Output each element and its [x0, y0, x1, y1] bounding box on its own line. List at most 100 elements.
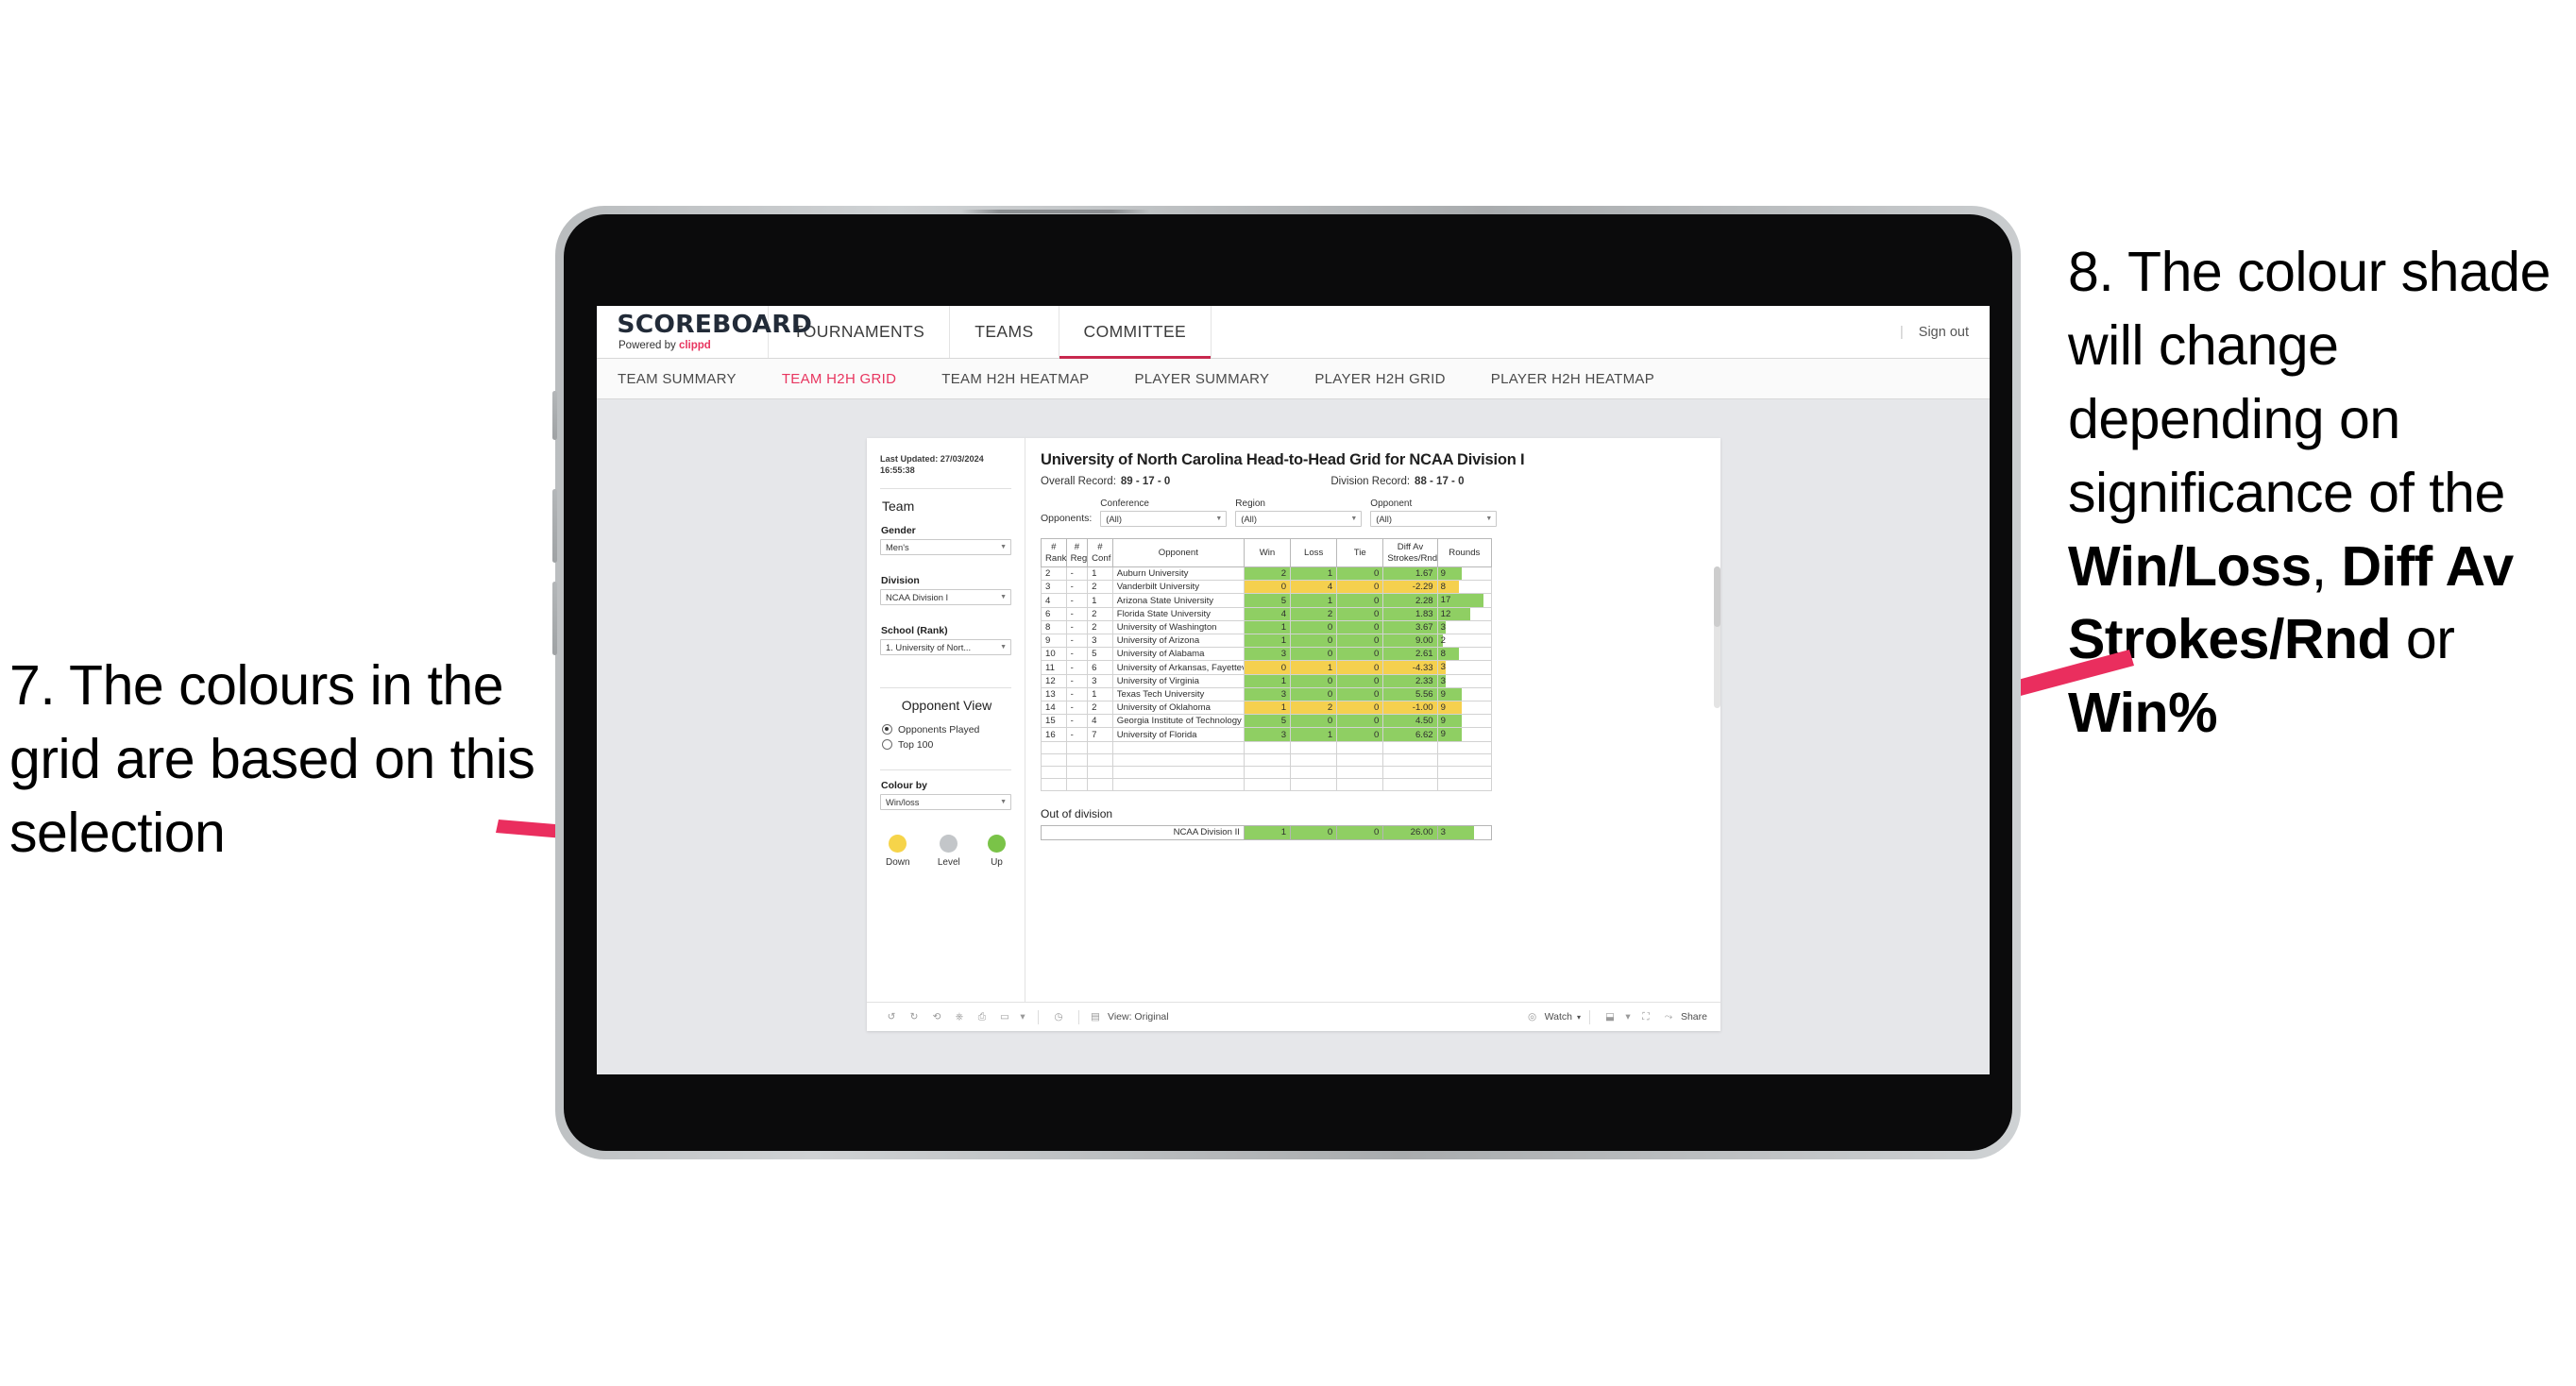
top-nav-teams[interactable]: TEAMS [950, 306, 1059, 358]
table-row-blank [1041, 778, 1493, 792]
cell-reg: - [1065, 701, 1089, 716]
download-icon[interactable]: ⬓ [1599, 1006, 1621, 1028]
table-row[interactable]: 13-1 Texas Tech University 3 0 0 5.56 9 [1041, 686, 1493, 702]
cell-win: 4 [1243, 606, 1292, 621]
sub-nav-player-h2h-heatmap[interactable]: PLAYER H2H HEATMAP [1468, 371, 1677, 387]
pause-auto-updates-icon[interactable]: ⎙ [971, 1006, 993, 1028]
region-dropdown[interactable]: (All) ▼ [1235, 511, 1363, 527]
chevron-down-icon[interactable]: ▾ [1621, 1006, 1635, 1028]
chevron-down-icon[interactable]: ▾ [1016, 1006, 1029, 1028]
table-header-row: # Rank # Reg # Conf Opponent Win Loss Tie D… [1041, 538, 1493, 567]
cell-reg: - [1065, 673, 1089, 688]
toolbar-divider-1 [1038, 1009, 1039, 1024]
cell-blank [1111, 752, 1245, 768]
table-row[interactable]: 6-2 Florida State University 4 2 0 1.83 12 [1041, 606, 1493, 621]
cell-rank: 16 [1041, 727, 1067, 742]
cell-rounds: 9 [1436, 686, 1493, 702]
cell-blank [1065, 778, 1089, 792]
sub-nav-team-h2h-heatmap[interactable]: TEAM H2H HEATMAP [919, 371, 1111, 387]
tablet-screen: SCOREBOARD Powered by clippd TOURNAMENTS… [597, 306, 1990, 1074]
cell-conf: 2 [1087, 619, 1113, 635]
chevron-down-icon: ▼ [1000, 798, 1007, 805]
cell-diff: 5.56 [1382, 686, 1438, 702]
cell-reg: - [1065, 660, 1089, 675]
clock-icon[interactable]: ◷ [1047, 1006, 1070, 1028]
cell-rank: 2 [1041, 566, 1067, 582]
cell-blank [1087, 778, 1113, 792]
table-row[interactable]: 9-3 University of Arizona 1 0 0 9.00 2 [1041, 634, 1493, 649]
legend-item-down: Down [886, 834, 910, 868]
table-row[interactable]: 3-2 Vanderbilt University 0 4 0 -2.29 8 [1041, 580, 1493, 595]
cell-blank [1087, 752, 1113, 768]
radio-opponents-played[interactable]: Opponents Played [882, 724, 1011, 735]
table-row[interactable]: 8-2 University of Washington 1 0 0 3.67 3 [1041, 619, 1493, 635]
brand-logo[interactable]: SCOREBOARD Powered by clippd [597, 306, 813, 358]
sub-nav-player-summary[interactable]: PLAYER SUMMARY [1111, 371, 1292, 387]
cell-rounds: 9 [1436, 566, 1493, 582]
redo-icon[interactable]: ↻ [903, 1006, 925, 1028]
cell-conf: 7 [1087, 727, 1113, 742]
table-row[interactable]: 12-3 University of Virginia 1 0 0 2.33 3 [1041, 673, 1493, 688]
cell-tie: 0 [1336, 714, 1384, 729]
table-row[interactable]: 14-2 University of Oklahoma 1 2 0 -1.00 9 [1041, 701, 1493, 716]
h2h-grid-table: # Rank # Reg # Conf Opponent Win Loss Tie D… [1041, 538, 1493, 792]
cell-win: 1 [1243, 701, 1292, 716]
cell-win: 5 [1243, 593, 1292, 608]
cell-reg: - [1065, 593, 1089, 608]
sign-out-link[interactable]: Sign out [1919, 325, 1969, 340]
school-dropdown[interactable]: 1. University of Nort... ▼ [880, 638, 1011, 655]
table-row[interactable]: 16-7 University of Florida 3 1 0 6.62 9 [1041, 727, 1493, 742]
alerts-icon[interactable]: ▭ [993, 1006, 1016, 1028]
brand-title: SCOREBOARD [617, 311, 813, 339]
refresh-data-icon[interactable]: ⎈ [948, 1006, 971, 1028]
division-dropdown[interactable]: NCAA Division I ▼ [880, 588, 1011, 605]
cell-loss: 0 [1290, 714, 1338, 729]
cell-blank [1243, 766, 1292, 780]
cell-rank: 4 [1041, 593, 1067, 608]
table-scrollbar[interactable] [1714, 566, 1720, 708]
cell-tie: 0 [1336, 686, 1384, 702]
table-scrollbar-thumb[interactable] [1714, 566, 1720, 627]
cell-reg: - [1065, 686, 1089, 702]
volume-down-button[interactable] [552, 582, 557, 655]
sub-navigation-bar: TEAM SUMMARY TEAM H2H GRID TEAM H2H HEAT… [597, 359, 1990, 399]
table-row[interactable]: 4-1 Arizona State University 5 1 0 2.28 17 [1041, 593, 1493, 608]
cell-blank [1382, 778, 1438, 792]
sub-nav-team-h2h-grid[interactable]: TEAM H2H GRID [759, 371, 919, 387]
gender-dropdown[interactable]: Men's ▼ [880, 538, 1011, 555]
watch-button[interactable]: ◎ Watch ▾ [1525, 1006, 1581, 1028]
col-conf-l2: Conf [1092, 552, 1111, 564]
table-row[interactable]: 11-6 University of Arkansas, Fayetteville… [1041, 660, 1493, 675]
table-row[interactable]: 2-1 Auburn University 2 1 0 1.67 9 [1041, 566, 1493, 582]
custom-views-button[interactable]: ▤ View: Original [1088, 1006, 1169, 1028]
opponent-dropdown[interactable]: (All) ▼ [1370, 511, 1498, 527]
radio-top-100[interactable]: Top 100 [882, 739, 1011, 751]
colour-by-value: Win/loss [886, 796, 920, 807]
volume-up-button[interactable] [552, 489, 557, 563]
cell-opponent: University of Oklahoma [1111, 701, 1245, 716]
conference-label: Conference [1100, 499, 1149, 509]
colour-by-dropdown[interactable]: Win/loss ▼ [880, 793, 1011, 810]
share-label: Share [1680, 1011, 1707, 1023]
table-head: # Rank # Reg # Conf Opponent Win Loss Tie D… [1041, 538, 1493, 567]
sub-nav-player-h2h-grid[interactable]: PLAYER H2H GRID [1292, 371, 1467, 387]
cell-win: 1 [1243, 619, 1292, 635]
rounds-value: 2 [1440, 635, 1446, 647]
cell-win: 1 [1243, 634, 1292, 649]
cell-opponent: University of Florida [1111, 727, 1245, 742]
conference-dropdown[interactable]: (All) ▼ [1100, 511, 1228, 527]
sub-nav-team-summary[interactable]: TEAM SUMMARY [618, 371, 759, 387]
cell-opponent: University of Arkansas, Fayetteville [1111, 660, 1245, 675]
table-row[interactable]: 10-5 University of Alabama 3 0 0 2.61 8 [1041, 647, 1493, 662]
table-row[interactable]: 15-4 Georgia Institute of Technology 5 0 0 4.… [1041, 714, 1493, 729]
cell-opponent: Georgia Institute of Technology [1111, 714, 1245, 729]
share-button[interactable]: ⤳ Share [1661, 1006, 1707, 1028]
undo-icon[interactable]: ↺ [880, 1006, 903, 1028]
power-button[interactable] [552, 391, 557, 440]
fullscreen-icon[interactable]: ⛶ [1635, 1006, 1657, 1028]
top-nav-committee[interactable]: COMMITTEE [1059, 306, 1212, 359]
cell-win: 2 [1243, 566, 1292, 582]
revert-icon[interactable]: ⟲ [925, 1006, 948, 1028]
cell-blank [1336, 752, 1384, 768]
